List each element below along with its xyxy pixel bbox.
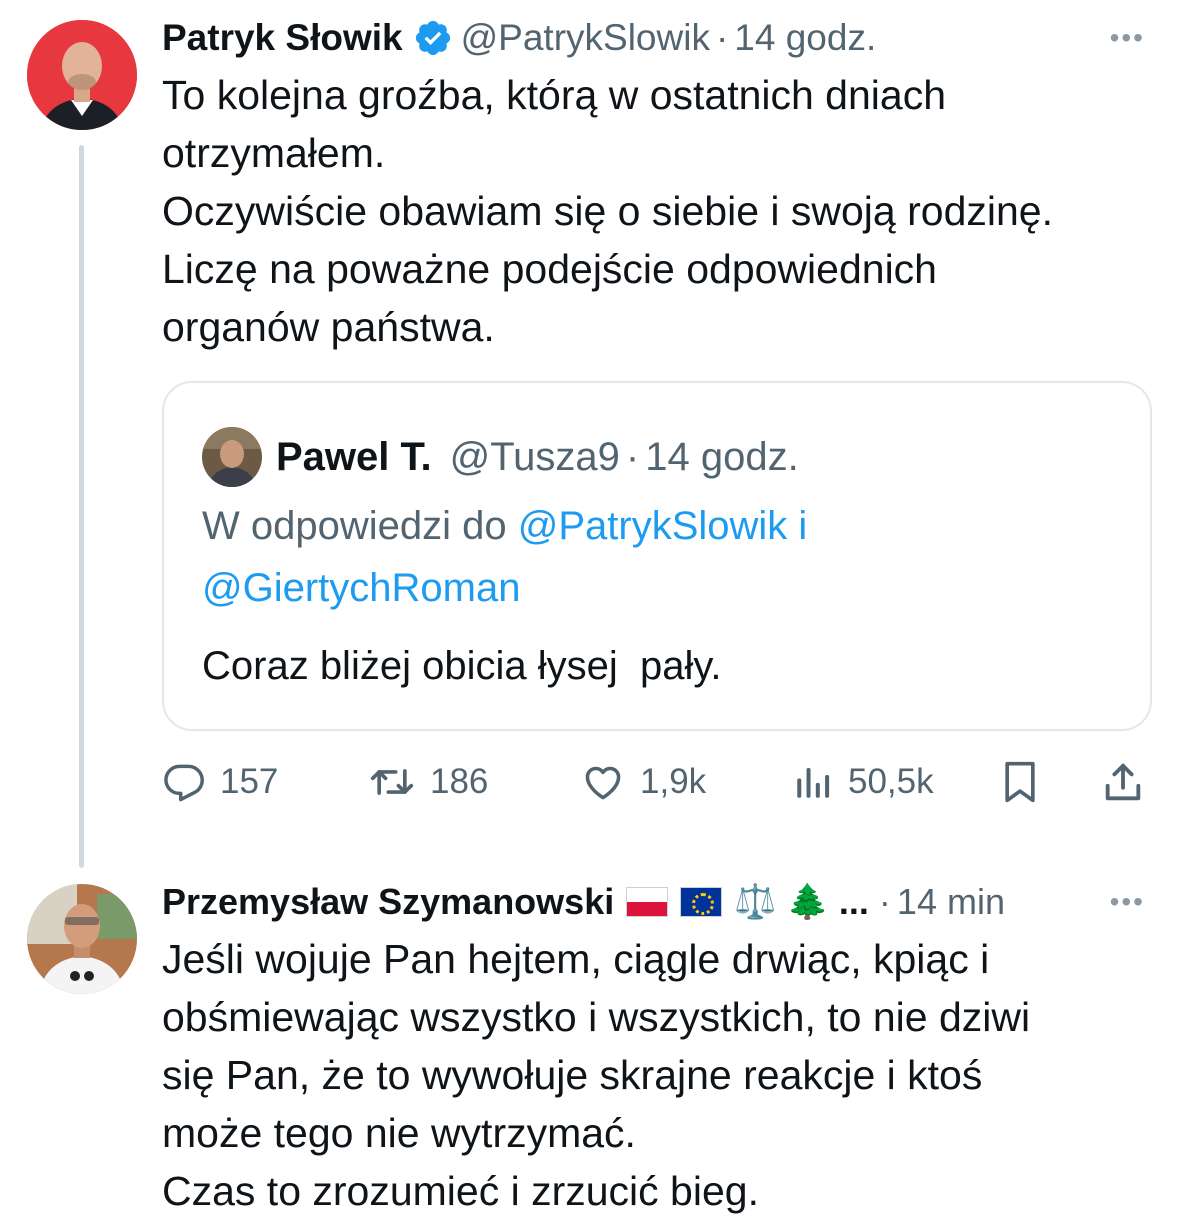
- tweet-action-bar: 157 186 1,9k 50,5k: [162, 752, 1152, 812]
- mention-link[interactable]: @PatrykSlowik: [518, 504, 788, 548]
- balance-scale-icon: ⚖️: [734, 882, 777, 922]
- retweet-icon: [370, 769, 414, 795]
- tweet-text: Jeśli wojuje Pan hejtem, ciągle drwiąc, …: [162, 936, 1031, 1214]
- share-button[interactable]: [1100, 752, 1146, 812]
- reply-prefix: W odpowiedzi do: [202, 504, 518, 548]
- views-button[interactable]: 50,5k: [792, 752, 934, 812]
- reply-conjunction: i: [787, 504, 808, 548]
- share-icon: [1105, 763, 1141, 801]
- thread-connector-line: [79, 145, 84, 868]
- quoted-author-name[interactable]: Pawel T.: [276, 435, 432, 480]
- bookmark-icon: [1005, 761, 1035, 803]
- quoted-tweet-text: Coraz bliżej obicia łysej pały.: [202, 644, 722, 688]
- evergreen-tree-icon: 🌲: [786, 882, 829, 922]
- verified-badge-icon: [415, 20, 450, 56]
- author-name[interactable]: Patryk Słowik: [162, 17, 403, 59]
- like-count: 1,9k: [640, 762, 707, 801]
- more-options-icon[interactable]: •••: [1110, 22, 1145, 54]
- views-icon: [797, 768, 830, 798]
- person-photo-icon: [202, 427, 262, 487]
- more-options-icon[interactable]: •••: [1110, 886, 1145, 918]
- separator-dot: ·: [878, 881, 891, 922]
- retweet-button[interactable]: 186: [368, 752, 488, 812]
- avatar-przemyslaw-szymanowski[interactable]: [27, 884, 137, 994]
- retweet-count: 186: [430, 762, 489, 801]
- bookmark-button[interactable]: [998, 752, 1042, 812]
- mention-link[interactable]: @GiertychRoman: [202, 566, 520, 610]
- quoted-tweet-header: Pawel T. @Tusza9 · 14 godz.: [202, 427, 799, 487]
- tweet-przemyslaw-szymanowski[interactable]: Przemysław Szymanowski ⚖️ 🌲 ... · 14 min…: [0, 870, 1179, 1228]
- avatar-patryk-slowik[interactable]: [27, 20, 137, 130]
- quoted-tweet-card[interactable]: Pawel T. @Tusza9 · 14 godz. W odpowiedzi…: [162, 381, 1152, 731]
- name-ellipsis: ...: [838, 881, 869, 922]
- eu-flag-icon: [680, 887, 723, 917]
- like-button[interactable]: 1,9k: [580, 752, 706, 812]
- like-icon: [585, 766, 621, 800]
- avatar-pawel-t[interactable]: [202, 427, 262, 487]
- quoted-timestamp[interactable]: 14 godz.: [645, 435, 798, 480]
- reply-icon: [164, 764, 204, 802]
- author-handle[interactable]: @PatrykSlowik: [461, 17, 710, 59]
- tweet-header: Przemysław Szymanowski ⚖️ 🌲 ... · 14 min: [162, 876, 1005, 928]
- tweet-text: To kolejna groźba, którą w ostatnich dni…: [162, 72, 1053, 350]
- poland-flag-icon: [626, 887, 669, 917]
- tweet-header: Patryk Słowik @PatrykSlowik · 14 godz.: [162, 12, 876, 64]
- quoted-author-handle[interactable]: @Tusza9: [450, 435, 620, 480]
- reply-count: 157: [220, 762, 279, 801]
- author-name[interactable]: Przemysław Szymanowski: [162, 881, 614, 923]
- person-photo-icon: [27, 20, 137, 130]
- reply-context: W odpowiedzi do @PatrykSlowik i @Giertych…: [202, 495, 1122, 619]
- name-emoji-group: ⚖️ 🌲 ...: [626, 881, 873, 923]
- separator-dot: ·: [625, 434, 640, 479]
- reply-button[interactable]: 157: [162, 752, 278, 812]
- person-photo-icon: [27, 884, 137, 994]
- timestamp[interactable]: 14 min: [897, 881, 1005, 923]
- tweet-patryk-slowik[interactable]: Patryk Słowik @PatrykSlowik · 14 godz. •…: [0, 0, 1179, 870]
- separator-dot: ·: [715, 17, 729, 58]
- timestamp[interactable]: 14 godz.: [734, 17, 876, 59]
- view-count: 50,5k: [848, 762, 934, 801]
